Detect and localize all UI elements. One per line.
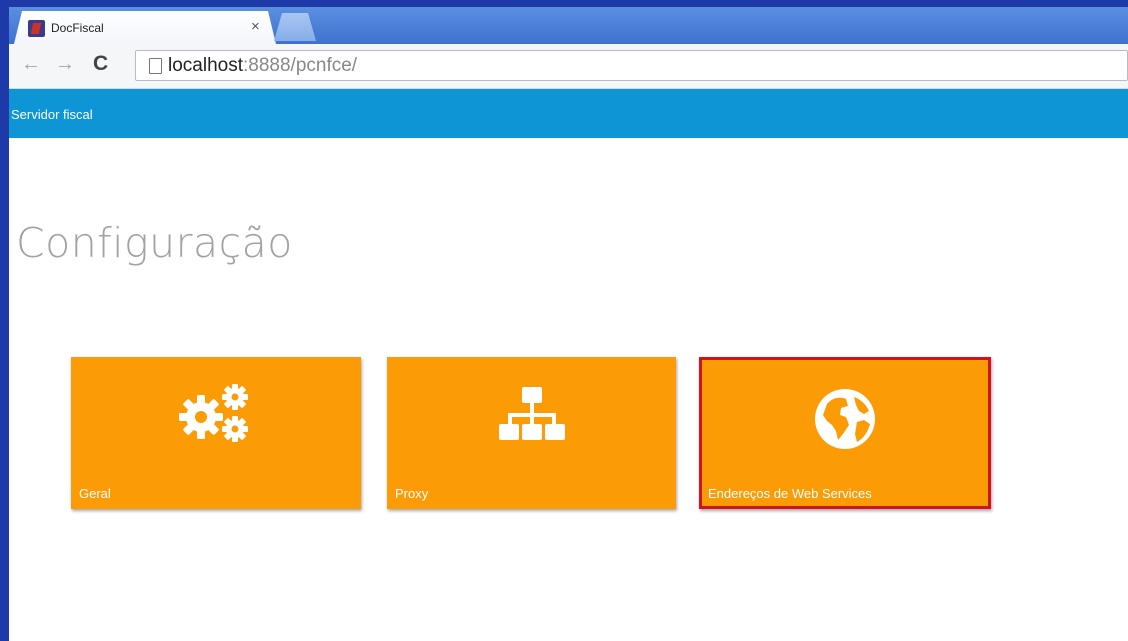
- address-bar[interactable]: localhost:8888/pcnfce/: [135, 50, 1128, 81]
- tile-enderecos-web-services[interactable]: Endereços de Web Services: [699, 357, 991, 509]
- window-frame-top: [0, 0, 1128, 7]
- window-frame-left: [0, 0, 9, 641]
- tab-strip: DocFiscal ×: [9, 7, 1128, 44]
- globe-icon: [815, 389, 875, 449]
- close-tab-icon[interactable]: ×: [251, 18, 260, 35]
- browser-toolbar: ← → C localhost:8888/pcnfce/: [9, 44, 1128, 89]
- page-icon: [149, 58, 162, 74]
- tile-label-proxy: Proxy: [395, 486, 429, 501]
- tile-label-web-services: Endereços de Web Services: [708, 486, 872, 501]
- url-path: :8888/pcnfce/: [243, 55, 358, 76]
- forward-arrow-icon[interactable]: →: [55, 53, 75, 76]
- tile-geral[interactable]: Geral: [71, 357, 361, 509]
- tile-proxy[interactable]: Proxy: [387, 357, 676, 509]
- url-host: localhost: [168, 55, 243, 76]
- page-title: Configuração: [16, 219, 293, 267]
- sitemap-icon: [498, 387, 565, 440]
- app-header-title[interactable]: Servidor fiscal: [11, 107, 93, 122]
- app-header: Servidor fiscal: [9, 89, 1128, 138]
- docfiscal-favicon-icon: [28, 20, 45, 37]
- tile-label-geral: Geral: [79, 486, 111, 501]
- new-tab-button[interactable]: [274, 13, 316, 41]
- tab-docfiscal[interactable]: DocFiscal ×: [14, 11, 276, 44]
- gears-icon: [179, 384, 248, 442]
- back-arrow-icon[interactable]: ←: [21, 53, 41, 76]
- tab-title: DocFiscal: [51, 21, 104, 35]
- reload-icon[interactable]: C: [93, 52, 108, 76]
- url-text: localhost:8888/pcnfce/: [168, 55, 357, 77]
